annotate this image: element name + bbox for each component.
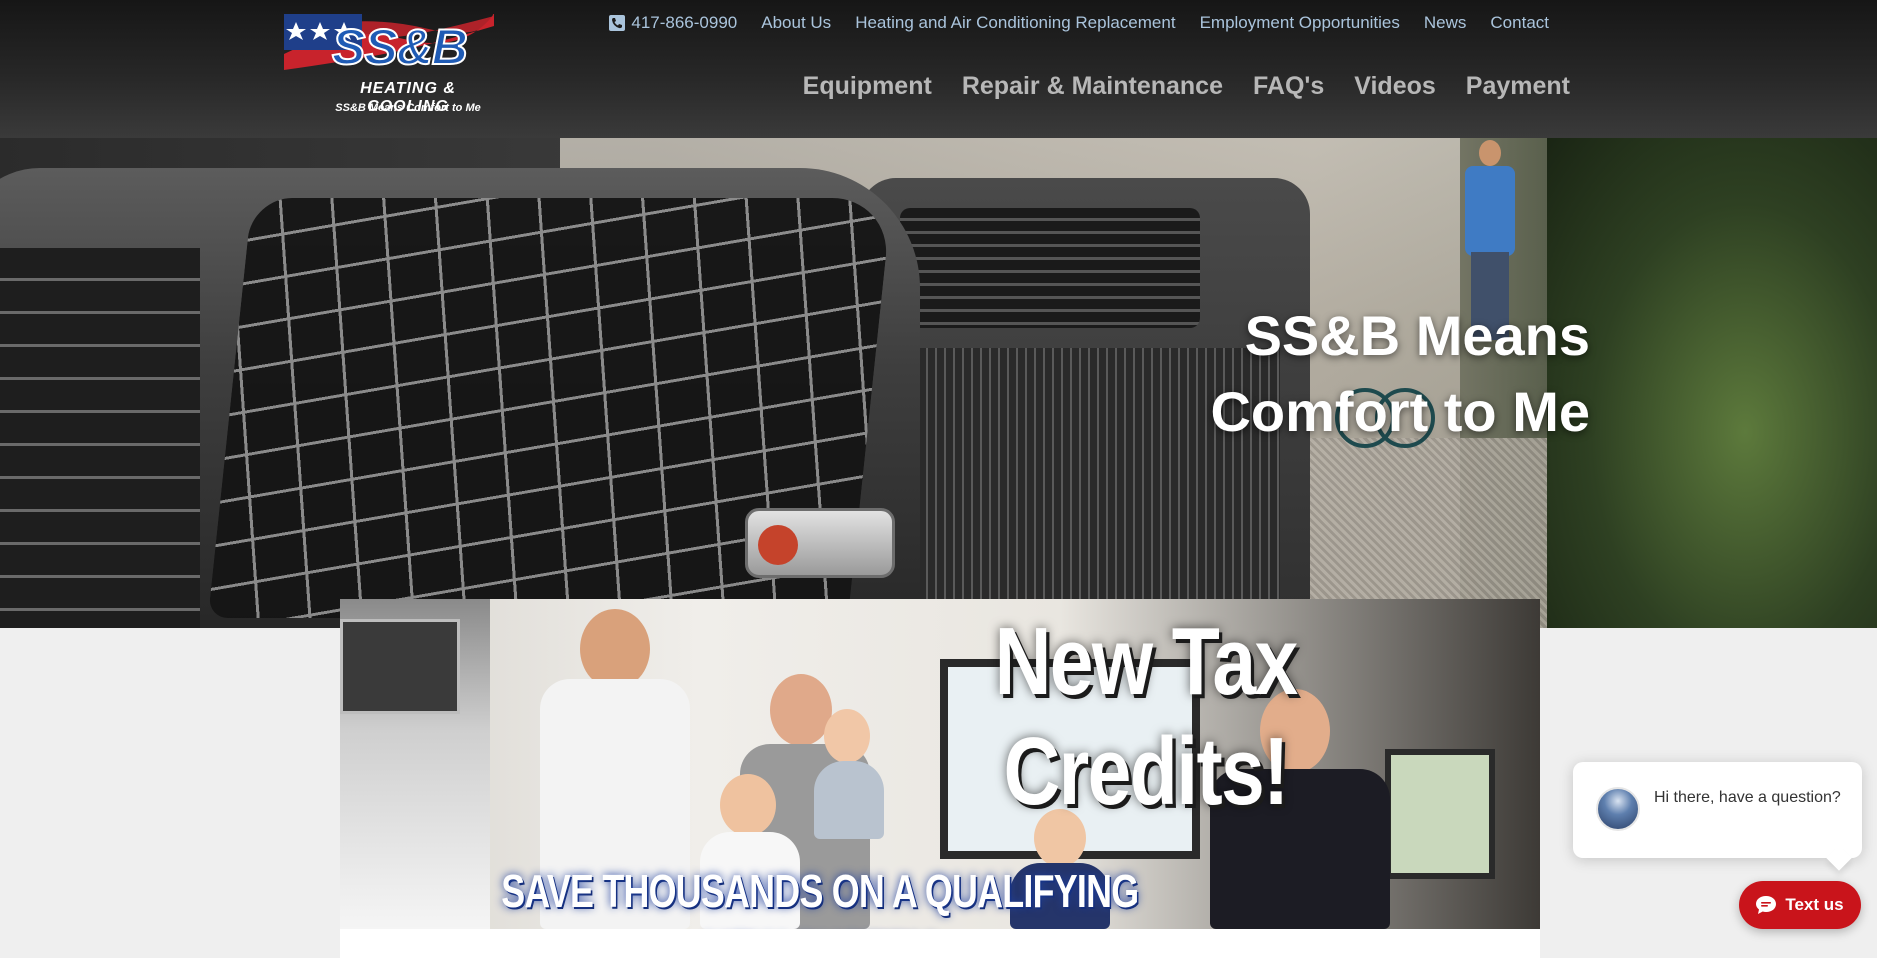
logo-wordmark: SS&B [331, 19, 469, 75]
phone-number: 417-866-0990 [631, 13, 738, 32]
logo-tagline: SS&B Means Comfort to Me [335, 102, 481, 114]
chat-prompt-message: Hi there, have a question? [1654, 789, 1841, 806]
nav-faqs[interactable]: FAQ's [1238, 72, 1339, 101]
hero-banner: SS&B Means Comfort to Me [0, 138, 1877, 628]
trane-badge [745, 508, 895, 578]
phone-link[interactable]: 417-866-0990 [597, 12, 749, 34]
chat-icon [1756, 896, 1777, 914]
text-us-button[interactable]: Text us [1739, 881, 1861, 929]
promo-microwave [340, 619, 460, 714]
ac-unit-front-side-grill [0, 248, 200, 628]
nav-equipment[interactable]: Equipment [788, 72, 947, 101]
nav-news[interactable]: News [1412, 12, 1479, 34]
nav-videos[interactable]: Videos [1339, 72, 1451, 101]
hero-foliage [1547, 138, 1877, 628]
hero-headline-line2: Comfort to Me [1210, 380, 1590, 443]
nav-repair-maintenance[interactable]: Repair & Maintenance [947, 72, 1238, 101]
site-header: SS&B HEATING & COOLING SS&B Means Comfor… [0, 0, 1877, 138]
site-logo[interactable]: SS&B HEATING & COOLING SS&B Means Comfor… [282, 4, 498, 119]
text-us-label: Text us [1785, 895, 1844, 914]
nav-contact[interactable]: Contact [1478, 12, 1561, 34]
hero-headline-line1: SS&B Means [1244, 304, 1590, 367]
chat-prompt-bubble[interactable]: Hi there, have a question? [1573, 762, 1862, 858]
nav-hvac-replacement[interactable]: Heating and Air Conditioning Replacement [843, 12, 1187, 34]
phone-icon [609, 15, 626, 31]
promo-subtitle: SAVE THOUSANDS ON A QUALIFYING NEW SYSTE… [501, 865, 1139, 929]
promo-title: New Tax Credits! [994, 608, 1299, 825]
chat-avatar [1596, 787, 1640, 831]
nav-about-us[interactable]: About Us [749, 12, 843, 34]
top-utility-nav: 417-866-0990 About Us Heating and Air Co… [597, 12, 1561, 34]
content-area [340, 929, 1540, 958]
main-nav: Equipment Repair & Maintenance FAQ's Vid… [788, 72, 1585, 101]
hero-headline: SS&B Means Comfort to Me [990, 298, 1590, 450]
nav-employment[interactable]: Employment Opportunities [1188, 12, 1412, 34]
tax-credit-promo-banner[interactable]: New Tax Credits! SAVE THOUSANDS ON A QUA… [340, 599, 1540, 929]
nav-payment[interactable]: Payment [1451, 72, 1585, 101]
trane-logo-icon [758, 525, 798, 565]
